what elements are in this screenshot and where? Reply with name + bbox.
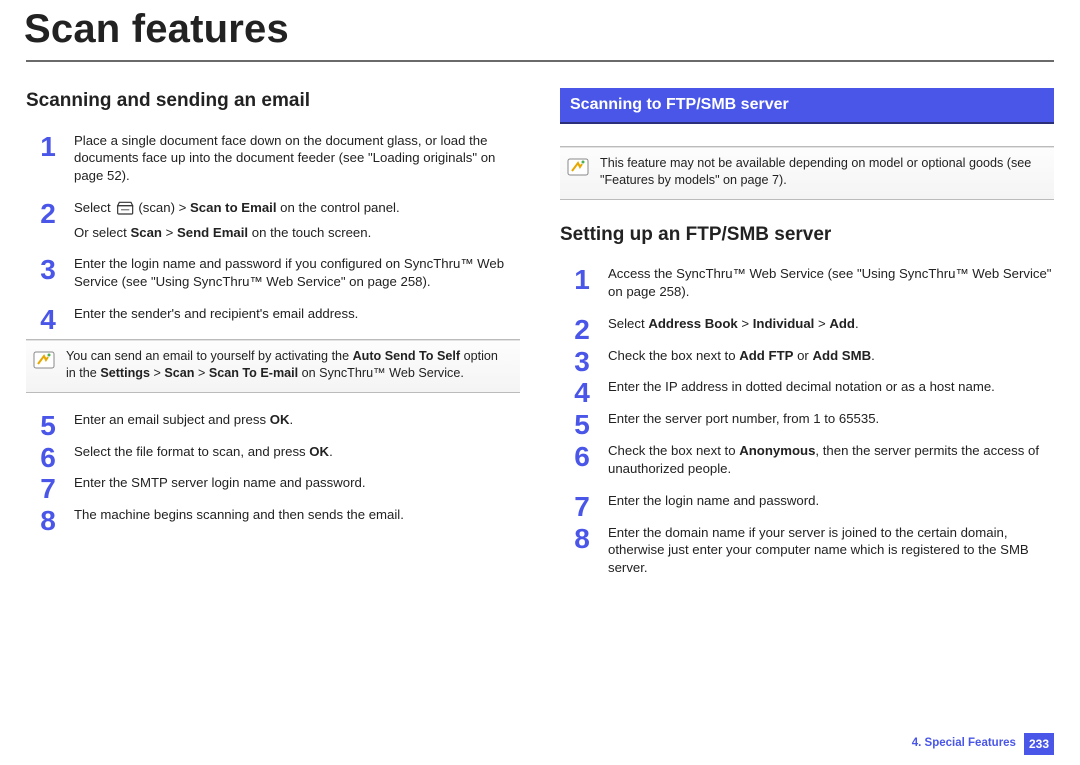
step-item: Check the box next to Add FTP or Add SMB…	[560, 347, 1054, 365]
step-text: Check the box next to Anonymous, then th…	[608, 442, 1054, 478]
step-item: The machine begins scanning and then sen…	[26, 506, 520, 524]
step-text-span: Select (scan) > Scan to Email on the con…	[74, 200, 400, 215]
step-text: Enter the IP address in dotted decimal n…	[608, 378, 1054, 396]
step-item: Access the SyncThru™ Web Service (see "U…	[560, 265, 1054, 301]
step-text: Enter the login name and password if you…	[74, 255, 520, 291]
step-item: Select Address Book > Individual > Add.	[560, 315, 1054, 333]
note-text: This feature may not be available depend…	[600, 155, 1044, 189]
content-columns: Scanning and sending an email Place a si…	[26, 88, 1054, 591]
step-item: Check the box next to Anonymous, then th…	[560, 442, 1054, 478]
step-item: Enter the server port number, from 1 to …	[560, 410, 1054, 428]
note-icon	[32, 348, 56, 372]
step-text: Check the box next to Add FTP or Add SMB…	[608, 347, 1054, 365]
step-text: Place a single document face down on the…	[74, 132, 520, 185]
page-footer: 4. Special Features 233	[912, 733, 1054, 755]
step-item: Enter an email subject and press OK.	[26, 411, 520, 429]
step-text: Select Address Book > Individual > Add.	[608, 315, 1054, 333]
heading-setup-ftp: Setting up an FTP/SMB server	[560, 222, 1054, 248]
step-item: Enter the SMTP server login name and pas…	[26, 474, 520, 492]
footer-chapter: 4. Special Features	[912, 736, 1016, 752]
heading-scan-email: Scanning and sending an email	[26, 88, 520, 114]
step-text-alt: Or select Scan > Send Email on the touch…	[74, 224, 520, 242]
step-text: Enter the SMTP server login name and pas…	[74, 474, 520, 492]
note-auto-send: You can send an email to yourself by act…	[26, 339, 520, 393]
note-text: You can send an email to yourself by act…	[66, 348, 510, 382]
step-item: Select the file format to scan, and pres…	[26, 443, 520, 461]
steps-email-part1: Place a single document face down on the…	[26, 132, 520, 323]
step-item: Enter the domain name if your server is …	[560, 524, 1054, 577]
step-item: Place a single document face down on the…	[26, 132, 520, 185]
bluebar-ftp-smb: Scanning to FTP/SMB server	[560, 88, 1054, 124]
step-text: Access the SyncThru™ Web Service (see "U…	[608, 265, 1054, 301]
step-item: Enter the sender's and recipient's email…	[26, 305, 520, 323]
step-item: Select (scan) > Scan to Email on the con…	[26, 199, 520, 241]
step-text: Enter the server port number, from 1 to …	[608, 410, 1054, 428]
note-icon	[566, 155, 590, 179]
step-item: Enter the login name and password if you…	[26, 255, 520, 291]
page-title: Scan features	[24, 2, 1054, 56]
step-text: Enter the login name and password.	[608, 492, 1054, 510]
step-text: The machine begins scanning and then sen…	[74, 506, 520, 524]
steps-email-part2: Enter an email subject and press OK. Sel…	[26, 411, 520, 524]
title-rule	[26, 60, 1054, 62]
step-item: Enter the IP address in dotted decimal n…	[560, 378, 1054, 396]
left-column: Scanning and sending an email Place a si…	[26, 88, 520, 591]
steps-ftp: Access the SyncThru™ Web Service (see "U…	[560, 265, 1054, 577]
step-item: Enter the login name and password.	[560, 492, 1054, 510]
footer-page-number: 233	[1024, 733, 1054, 755]
step-text: Select the file format to scan, and pres…	[74, 443, 520, 461]
step-text: Enter the domain name if your server is …	[608, 524, 1054, 577]
step-text: Enter an email subject and press OK.	[74, 411, 520, 429]
step-text: Enter the sender's and recipient's email…	[74, 305, 520, 323]
note-availability: This feature may not be available depend…	[560, 146, 1054, 200]
scan-icon	[116, 200, 136, 218]
right-column: Scanning to FTP/SMB server This feature …	[560, 88, 1054, 591]
step-text: Select (scan) > Scan to Email on the con…	[74, 199, 520, 218]
